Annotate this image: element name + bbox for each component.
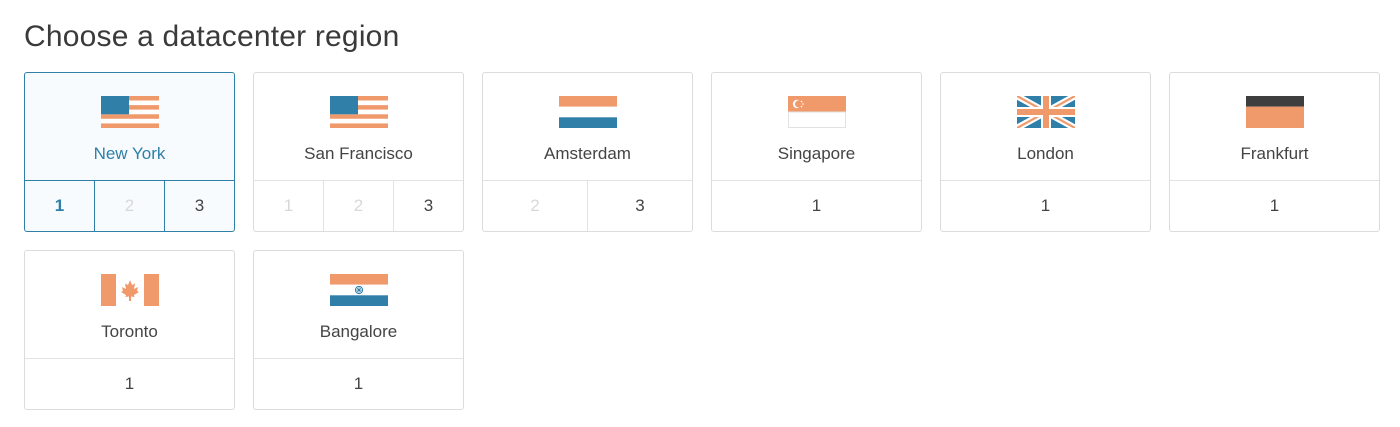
region-name: London [1017,144,1074,163]
region-card-header[interactable]: Bangalore [254,251,463,359]
datacenter-option-london-1[interactable]: 1 [941,181,1150,231]
region-name: New York [93,144,166,163]
region-name: Frankfurt [1240,144,1309,163]
us-flag-icon [100,96,159,128]
region-card-header[interactable]: London [941,73,1150,181]
datacenter-options: 123 [25,181,234,231]
region-card-header[interactable]: San Francisco [254,73,463,181]
region-name: San Francisco [304,144,413,163]
datacenter-option-new-york-3[interactable]: 3 [164,181,234,231]
region-card-header[interactable]: Amsterdam [483,73,692,181]
singapore-flag-icon [787,96,846,128]
datacenter-option-frankfurt-1[interactable]: 1 [1170,181,1379,231]
datacenter-options: 1 23 [254,181,463,231]
datacenter-option-amsterdam-2: 2 [530,196,540,215]
page-title: Choose a datacenter region [24,20,400,53]
region-name: Bangalore [319,322,398,341]
datacenter-option-amsterdam-3[interactable]: 3 [587,181,692,231]
germany-flag-icon [1245,96,1304,128]
datacenter-option-san-francisco-1: 1 [283,196,294,215]
region-card-header[interactable]: New York [25,73,234,181]
region-card-amsterdam[interactable]: Amsterdam 2 3 [482,72,693,232]
datacenter-option-san-francisco-2: 2 [323,181,393,231]
datacenter-option-toronto-1[interactable]: 1 [25,359,234,409]
datacenter-options: 23 [483,181,692,231]
region-grid: New York 1 2 3 San Francisco 1 2 3 Amsterdam 2 3 Si… [24,72,1380,410]
datacenter-options: 1 [1170,181,1379,231]
datacenter-options: 1 [254,359,463,409]
region-name: Singapore [777,144,856,163]
datacenter-options: 1 [712,181,921,231]
datacenter-option-new-york-1[interactable]: 1 [25,181,94,231]
region-card-san-francisco[interactable]: San Francisco 1 2 3 [253,72,464,232]
netherlands-flag-icon [558,96,617,128]
region-card-header[interactable]: Frankfurt [1170,73,1379,181]
region-card-frankfurt[interactable]: Frankfurt 1 [1169,72,1380,232]
datacenter-option-singapore-1[interactable]: 1 [712,181,921,231]
region-card-new-york[interactable]: New York 1 2 3 [24,72,235,232]
datacenter-option-san-francisco-3[interactable]: 3 [393,181,463,231]
region-card-bangalore[interactable]: Bangalore 1 [253,250,464,410]
region-card-london[interactable]: London 1 [940,72,1151,232]
us-flag-icon [329,96,388,128]
india-flag-icon [329,274,388,306]
region-card-header[interactable]: Singapore [712,73,921,181]
region-card-toronto[interactable]: Toronto 1 [24,250,235,410]
region-name: Toronto [101,322,158,341]
datacenter-option-new-york-2: 2 [94,181,164,231]
datacenter-options: 1 [25,359,234,409]
datacenter-option-bangalore-1[interactable]: 1 [254,359,463,409]
region-name: Amsterdam [544,144,631,163]
canada-flag-icon [100,274,159,306]
uk-flag-icon [1016,96,1075,128]
datacenter-options: 1 [941,181,1150,231]
region-card-singapore[interactable]: Singapore 1 [711,72,922,232]
region-card-header[interactable]: Toronto [25,251,234,359]
